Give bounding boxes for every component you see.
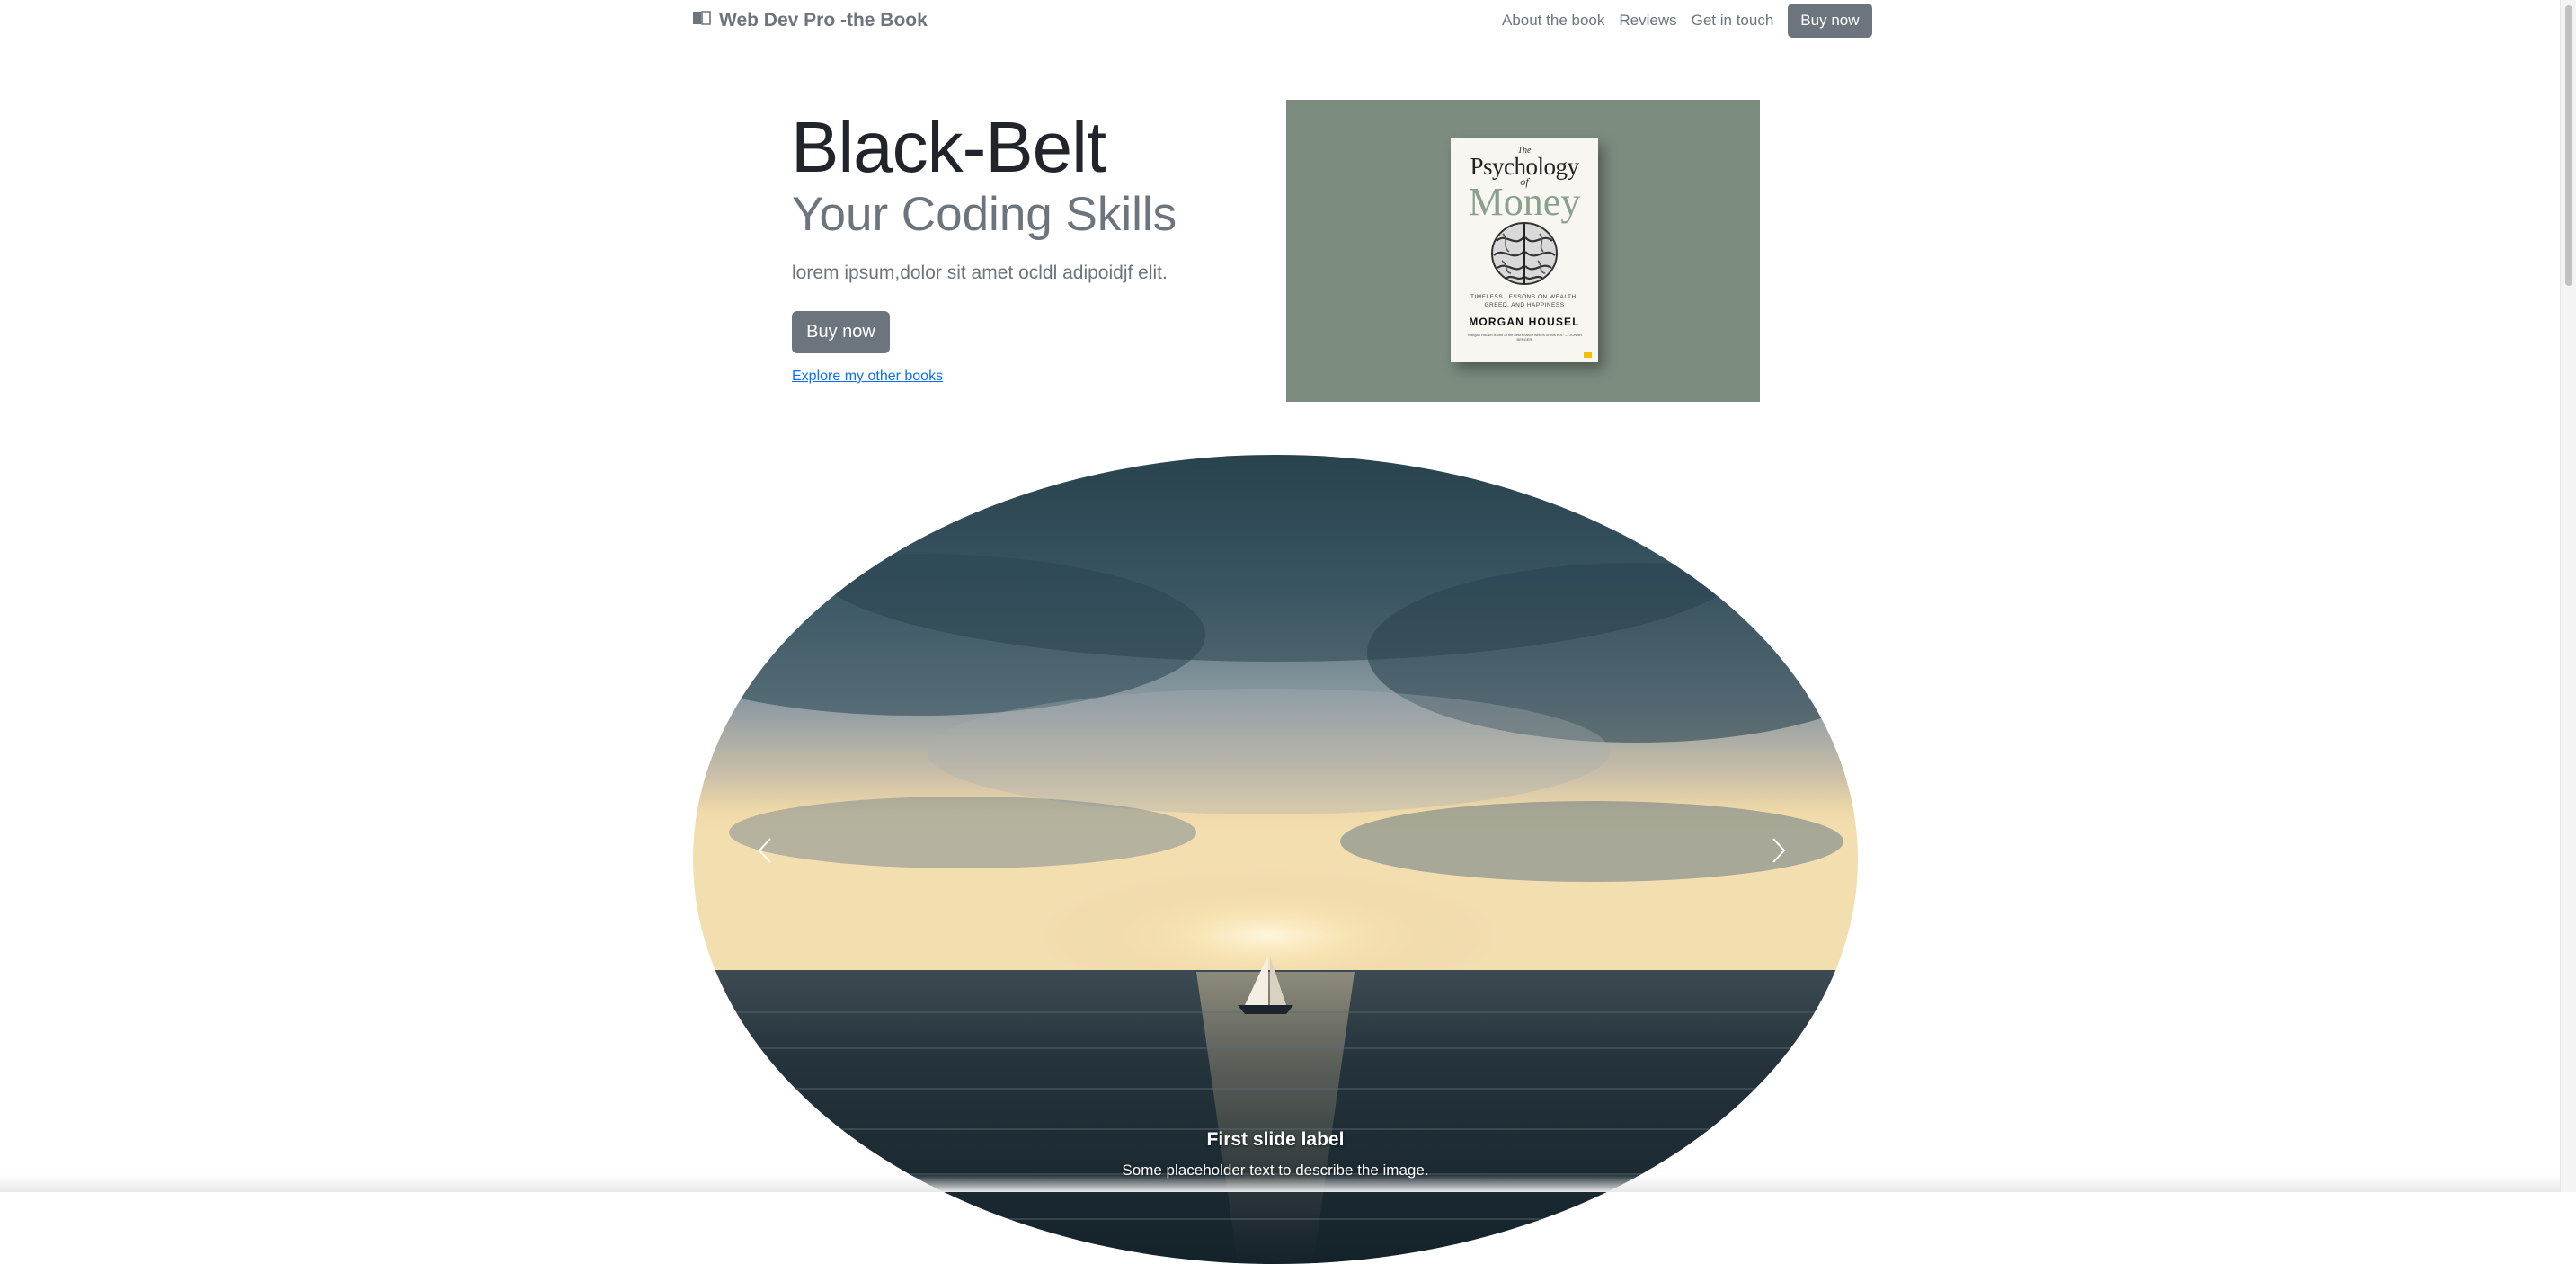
book-title-money: Money: [1468, 180, 1581, 224]
chevron-right-icon: [1772, 838, 1786, 863]
book-icon: [692, 10, 712, 31]
carousel-prev-button[interactable]: [729, 814, 801, 886]
nav-link-reviews[interactable]: Reviews: [1619, 12, 1676, 30]
vertical-scrollbar[interactable]: [2560, 0, 2576, 1192]
carousel-caption-title: First slide label: [1206, 1129, 1345, 1150]
book-tagline: TIMELESS LESSONS ON WEALTH, GREED, AND H…: [1470, 294, 1578, 308]
scrollbar-thumb[interactable]: [2565, 5, 2572, 286]
hero-lead: lorem ipsum,dolor sit amet ocldl adipoid…: [792, 263, 1168, 283]
nav-buy-now-button[interactable]: Buy now: [1788, 4, 1872, 38]
nav-links: About the book Reviews Get in touch Buy …: [1502, 0, 1872, 41]
book-quote: "Morgan Housel is one of the best financ…: [1466, 333, 1582, 342]
navbar: Web Dev Pro -the Book About the book Rev…: [0, 0, 2560, 41]
brand-text: Web Dev Pro -the Book: [719, 10, 928, 31]
image-carousel: First slide label Some placeholder text …: [693, 455, 1858, 1264]
nav-link-about[interactable]: About the book: [1502, 12, 1604, 30]
nav-link-contact[interactable]: Get in touch: [1692, 12, 1774, 30]
hero-title: Black-Belt: [791, 107, 1106, 187]
chevron-left-icon: [758, 838, 771, 863]
book-title-psychology: Psychology: [1470, 153, 1579, 180]
publisher-badge: [1584, 352, 1592, 358]
hero-subtitle: Your Coding Skills: [792, 188, 1177, 241]
book-image-panel: The Psychology of Money TIMELESS LESSONS…: [1286, 100, 1760, 402]
brand-link[interactable]: Web Dev Pro -the Book: [692, 8, 928, 33]
bottom-fade: [0, 1174, 2560, 1192]
explore-books-link[interactable]: Explore my other books: [792, 369, 943, 385]
carousel-next-button[interactable]: [1743, 814, 1815, 886]
book-author: MORGAN HOUSEL: [1469, 316, 1580, 328]
brain-illustration: [1491, 222, 1558, 285]
book-cover: The Psychology of Money TIMELESS LESSONS…: [1451, 138, 1598, 362]
hero-buy-now-button[interactable]: Buy now: [792, 311, 890, 353]
